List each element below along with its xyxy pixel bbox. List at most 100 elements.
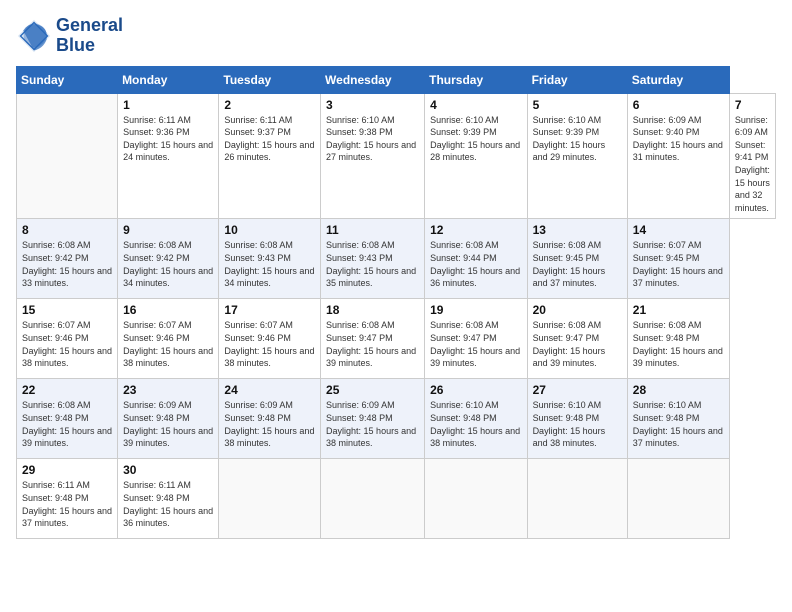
col-wednesday: Wednesday — [321, 66, 425, 93]
day-number: 3 — [326, 98, 419, 112]
day-number: 30 — [123, 463, 213, 477]
table-row: 28 Sunrise: 6:10 AMSunset: 9:48 PMDaylig… — [627, 379, 729, 459]
table-row — [627, 459, 729, 539]
day-info: Sunrise: 6:08 AMSunset: 9:42 PMDaylight:… — [123, 239, 213, 289]
day-info: Sunrise: 6:09 AMSunset: 9:48 PMDaylight:… — [326, 399, 419, 449]
calendar-row: 8 Sunrise: 6:08 AMSunset: 9:42 PMDayligh… — [17, 219, 776, 299]
table-row: 13 Sunrise: 6:08 AMSunset: 9:45 PMDaylig… — [527, 219, 627, 299]
day-number: 8 — [22, 223, 112, 237]
table-row: 19 Sunrise: 6:08 AMSunset: 9:47 PMDaylig… — [425, 299, 527, 379]
day-info: Sunrise: 6:08 AMSunset: 9:42 PMDaylight:… — [22, 239, 112, 289]
table-row: 5 Sunrise: 6:10 AMSunset: 9:39 PMDayligh… — [527, 93, 627, 219]
table-row: 23 Sunrise: 6:09 AMSunset: 9:48 PMDaylig… — [118, 379, 219, 459]
table-row: 9 Sunrise: 6:08 AMSunset: 9:42 PMDayligh… — [118, 219, 219, 299]
day-number: 4 — [430, 98, 521, 112]
day-info: Sunrise: 6:08 AMSunset: 9:48 PMDaylight:… — [633, 319, 724, 369]
calendar-header-row: Sunday Monday Tuesday Wednesday Thursday… — [17, 66, 776, 93]
day-number: 18 — [326, 303, 419, 317]
table-row: 17 Sunrise: 6:07 AMSunset: 9:46 PMDaylig… — [219, 299, 321, 379]
day-info: Sunrise: 6:11 AMSunset: 9:37 PMDaylight:… — [224, 114, 315, 164]
day-info: Sunrise: 6:08 AMSunset: 9:45 PMDaylight:… — [533, 239, 622, 289]
day-info: Sunrise: 6:07 AMSunset: 9:46 PMDaylight:… — [123, 319, 213, 369]
day-number: 17 — [224, 303, 315, 317]
table-row: 16 Sunrise: 6:07 AMSunset: 9:46 PMDaylig… — [118, 299, 219, 379]
table-row: 14 Sunrise: 6:07 AMSunset: 9:45 PMDaylig… — [627, 219, 729, 299]
table-row: 3 Sunrise: 6:10 AMSunset: 9:38 PMDayligh… — [321, 93, 425, 219]
day-info: Sunrise: 6:11 AMSunset: 9:48 PMDaylight:… — [22, 479, 112, 529]
day-info: Sunrise: 6:08 AMSunset: 9:43 PMDaylight:… — [326, 239, 419, 289]
day-info: Sunrise: 6:09 AMSunset: 9:48 PMDaylight:… — [123, 399, 213, 449]
day-number: 2 — [224, 98, 315, 112]
day-number: 13 — [533, 223, 622, 237]
day-info: Sunrise: 6:10 AMSunset: 9:39 PMDaylight:… — [533, 114, 622, 164]
day-number: 11 — [326, 223, 419, 237]
day-info: Sunrise: 6:07 AMSunset: 9:46 PMDaylight:… — [22, 319, 112, 369]
table-row — [527, 459, 627, 539]
page-header: General Blue — [16, 16, 776, 56]
table-row — [17, 93, 118, 219]
table-row — [425, 459, 527, 539]
day-number: 7 — [735, 98, 770, 112]
table-row: 20 Sunrise: 6:08 AMSunset: 9:47 PMDaylig… — [527, 299, 627, 379]
calendar-row: 22 Sunrise: 6:08 AMSunset: 9:48 PMDaylig… — [17, 379, 776, 459]
day-number: 22 — [22, 383, 112, 397]
day-info: Sunrise: 6:10 AMSunset: 9:39 PMDaylight:… — [430, 114, 521, 164]
table-row: 30 Sunrise: 6:11 AMSunset: 9:48 PMDaylig… — [118, 459, 219, 539]
table-row: 21 Sunrise: 6:08 AMSunset: 9:48 PMDaylig… — [627, 299, 729, 379]
table-row: 25 Sunrise: 6:09 AMSunset: 9:48 PMDaylig… — [321, 379, 425, 459]
table-row — [219, 459, 321, 539]
calendar-row: 29 Sunrise: 6:11 AMSunset: 9:48 PMDaylig… — [17, 459, 776, 539]
day-info: Sunrise: 6:08 AMSunset: 9:47 PMDaylight:… — [533, 319, 622, 369]
day-number: 24 — [224, 383, 315, 397]
table-row: 22 Sunrise: 6:08 AMSunset: 9:48 PMDaylig… — [17, 379, 118, 459]
day-info: Sunrise: 6:08 AMSunset: 9:47 PMDaylight:… — [326, 319, 419, 369]
table-row — [321, 459, 425, 539]
day-number: 25 — [326, 383, 419, 397]
day-info: Sunrise: 6:09 AMSunset: 9:41 PMDaylight:… — [735, 114, 770, 215]
day-info: Sunrise: 6:07 AMSunset: 9:46 PMDaylight:… — [224, 319, 315, 369]
day-number: 15 — [22, 303, 112, 317]
day-number: 28 — [633, 383, 724, 397]
day-info: Sunrise: 6:09 AMSunset: 9:40 PMDaylight:… — [633, 114, 724, 164]
calendar-row: 1 Sunrise: 6:11 AMSunset: 9:36 PMDayligh… — [17, 93, 776, 219]
day-number: 16 — [123, 303, 213, 317]
table-row: 29 Sunrise: 6:11 AMSunset: 9:48 PMDaylig… — [17, 459, 118, 539]
day-number: 9 — [123, 223, 213, 237]
day-number: 29 — [22, 463, 112, 477]
col-friday: Friday — [527, 66, 627, 93]
day-number: 14 — [633, 223, 724, 237]
day-number: 5 — [533, 98, 622, 112]
table-row: 7 Sunrise: 6:09 AMSunset: 9:41 PMDayligh… — [729, 93, 775, 219]
col-saturday: Saturday — [627, 66, 729, 93]
day-number: 20 — [533, 303, 622, 317]
table-row: 18 Sunrise: 6:08 AMSunset: 9:47 PMDaylig… — [321, 299, 425, 379]
table-row: 24 Sunrise: 6:09 AMSunset: 9:48 PMDaylig… — [219, 379, 321, 459]
col-sunday: Sunday — [17, 66, 118, 93]
table-row: 12 Sunrise: 6:08 AMSunset: 9:44 PMDaylig… — [425, 219, 527, 299]
col-thursday: Thursday — [425, 66, 527, 93]
table-row: 4 Sunrise: 6:10 AMSunset: 9:39 PMDayligh… — [425, 93, 527, 219]
calendar-row: 15 Sunrise: 6:07 AMSunset: 9:46 PMDaylig… — [17, 299, 776, 379]
day-info: Sunrise: 6:11 AMSunset: 9:48 PMDaylight:… — [123, 479, 213, 529]
table-row: 11 Sunrise: 6:08 AMSunset: 9:43 PMDaylig… — [321, 219, 425, 299]
day-number: 1 — [123, 98, 213, 112]
day-number: 26 — [430, 383, 521, 397]
day-info: Sunrise: 6:11 AMSunset: 9:36 PMDaylight:… — [123, 114, 213, 164]
day-info: Sunrise: 6:07 AMSunset: 9:45 PMDaylight:… — [633, 239, 724, 289]
day-number: 19 — [430, 303, 521, 317]
logo-text: General Blue — [56, 16, 123, 56]
day-number: 6 — [633, 98, 724, 112]
day-number: 10 — [224, 223, 315, 237]
day-number: 23 — [123, 383, 213, 397]
day-info: Sunrise: 6:08 AMSunset: 9:43 PMDaylight:… — [224, 239, 315, 289]
day-info: Sunrise: 6:09 AMSunset: 9:48 PMDaylight:… — [224, 399, 315, 449]
day-info: Sunrise: 6:10 AMSunset: 9:38 PMDaylight:… — [326, 114, 419, 164]
table-row: 8 Sunrise: 6:08 AMSunset: 9:42 PMDayligh… — [17, 219, 118, 299]
day-info: Sunrise: 6:10 AMSunset: 9:48 PMDaylight:… — [430, 399, 521, 449]
day-info: Sunrise: 6:10 AMSunset: 9:48 PMDaylight:… — [633, 399, 724, 449]
day-number: 12 — [430, 223, 521, 237]
col-monday: Monday — [118, 66, 219, 93]
col-tuesday: Tuesday — [219, 66, 321, 93]
table-row: 2 Sunrise: 6:11 AMSunset: 9:37 PMDayligh… — [219, 93, 321, 219]
table-row: 1 Sunrise: 6:11 AMSunset: 9:36 PMDayligh… — [118, 93, 219, 219]
